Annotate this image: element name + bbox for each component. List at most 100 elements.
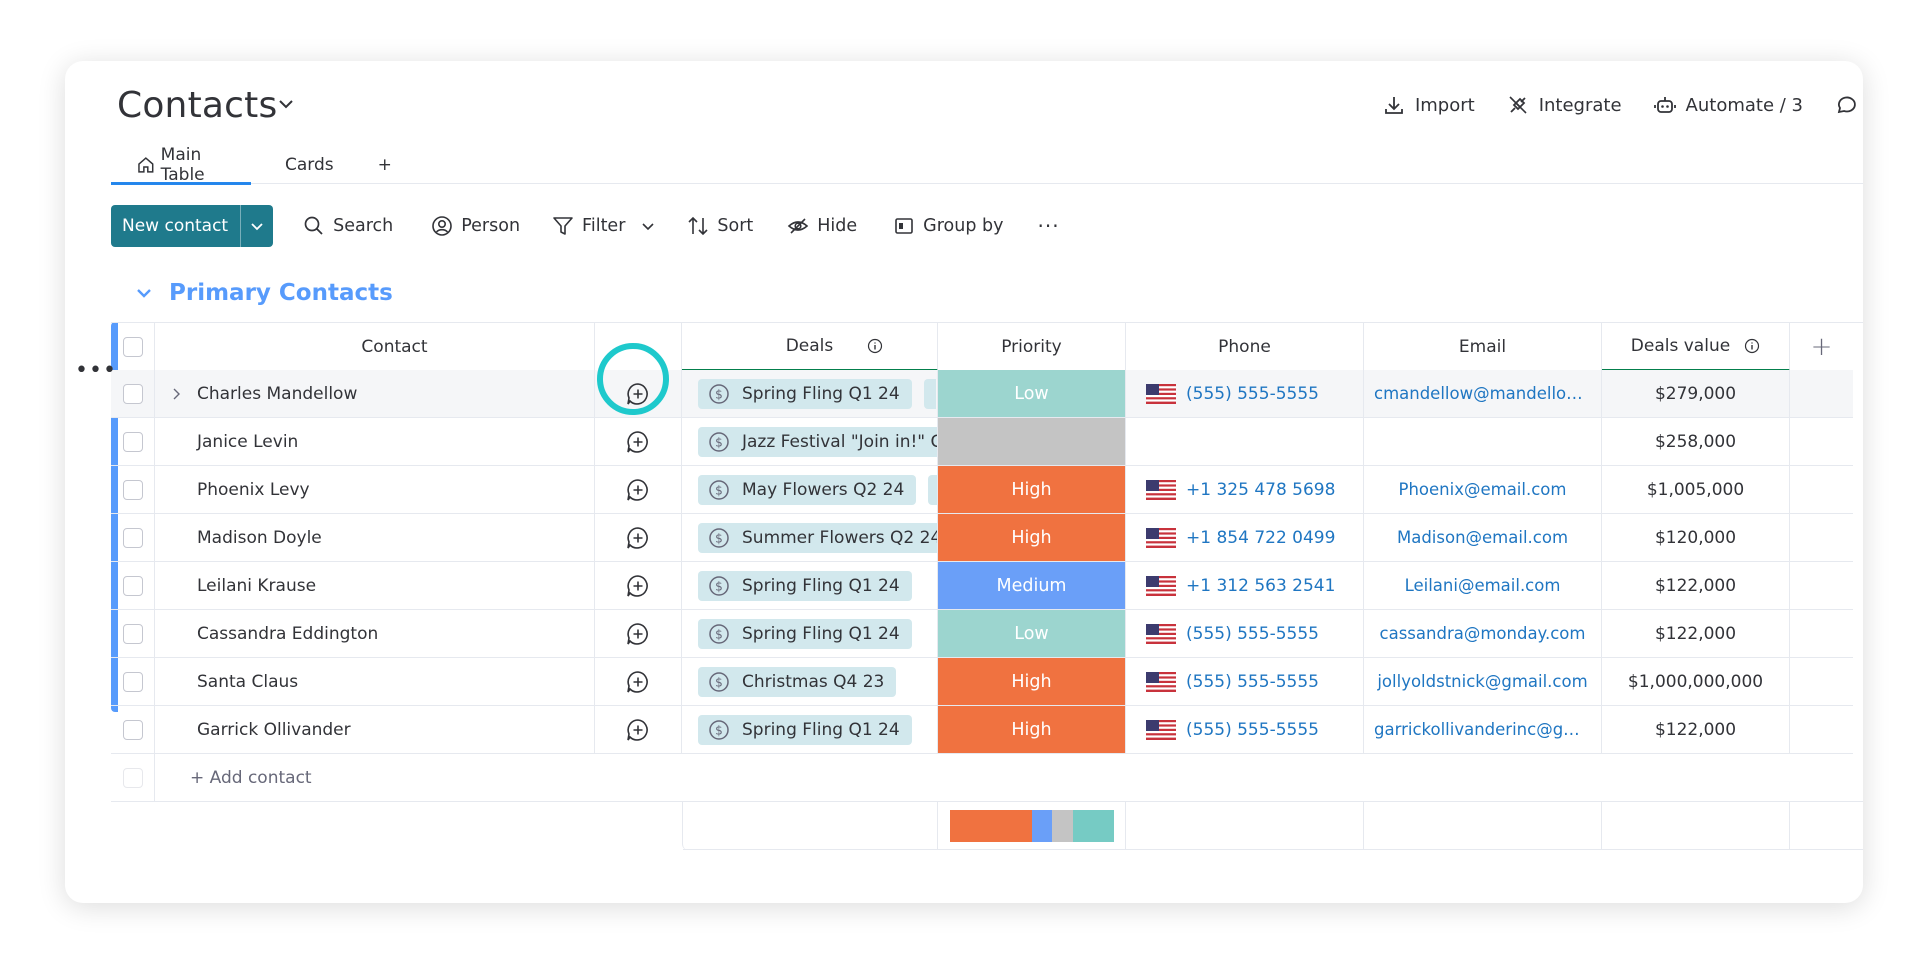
column-header-contact[interactable]: Contact xyxy=(155,323,595,371)
deal-chip[interactable]: $ Jazz Festival "Join in!" C xyxy=(698,426,937,457)
contact-cell[interactable]: Leilani Krause xyxy=(155,562,595,610)
table-row[interactable]: Santa Claus $ Christmas Q4 23 High (555)… xyxy=(111,658,1863,706)
priority-cell[interactable]: High xyxy=(938,706,1126,754)
email-cell[interactable]: Phoenix@email.com xyxy=(1364,466,1602,514)
phone-number[interactable]: +1 312 563 2541 xyxy=(1186,576,1335,596)
phone-number[interactable]: (555) 555-5555 xyxy=(1186,624,1319,644)
chevron-down-icon[interactable] xyxy=(277,95,295,117)
email-cell[interactable]: Leilani@email.com xyxy=(1364,562,1602,610)
group-header[interactable]: Primary Contacts xyxy=(135,280,393,306)
add-update-icon[interactable] xyxy=(625,573,651,599)
phone-value[interactable]: +1 325 478 5698 xyxy=(1126,479,1335,500)
deals-cell[interactable]: $ Spring Fling Q1 24 xyxy=(682,370,938,418)
priority-summary-segment[interactable] xyxy=(1031,809,1052,842)
contact-name[interactable]: Santa Claus xyxy=(155,672,298,692)
chevron-right-icon[interactable] xyxy=(169,387,183,401)
deal-chip[interactable]: $ Spring Fling Q1 24 xyxy=(698,714,912,745)
phone-value[interactable]: +1 854 722 0499 xyxy=(1126,527,1335,548)
table-row[interactable]: Cassandra Eddington $ Spring Fling Q1 24… xyxy=(111,610,1863,658)
priority-label[interactable]: High xyxy=(938,658,1125,705)
contact-cell[interactable]: Janice Levin xyxy=(155,418,595,466)
contact-name[interactable]: Madison Doyle xyxy=(155,528,322,548)
phone-number[interactable]: (555) 555-5555 xyxy=(1186,720,1319,740)
column-header-email[interactable]: Email xyxy=(1364,323,1602,371)
phone-cell[interactable]: (555) 555-5555 xyxy=(1126,370,1364,418)
chevron-down-icon[interactable] xyxy=(641,219,655,233)
add-update-icon[interactable] xyxy=(625,477,651,503)
add-contact-row[interactable]: + Add contact xyxy=(111,754,1863,802)
phone-cell[interactable]: +1 325 478 5698 xyxy=(1126,466,1364,514)
priority-cell[interactable]: High xyxy=(938,658,1126,706)
phone-cell[interactable]: +1 312 563 2541 xyxy=(1126,562,1364,610)
updates-cell[interactable] xyxy=(595,562,682,610)
priority-label[interactable]: High xyxy=(938,466,1125,513)
new-contact-button[interactable]: New contact xyxy=(111,205,240,247)
email-link[interactable]: cassandra@monday.com xyxy=(1370,624,1596,643)
priority-cell[interactable] xyxy=(938,418,1126,466)
contact-name[interactable]: Leilani Krause xyxy=(155,576,316,596)
group-by-button[interactable]: Group by xyxy=(893,215,1003,237)
phone-cell[interactable] xyxy=(1126,418,1364,466)
contact-name[interactable]: Garrick Ollivander xyxy=(155,720,351,740)
contact-cell[interactable]: Charles Mandellow xyxy=(155,370,595,418)
add-column-button[interactable]: + xyxy=(1790,323,1853,371)
phone-value[interactable]: (555) 555-5555 xyxy=(1126,383,1319,404)
phone-cell[interactable]: (555) 555-5555 xyxy=(1126,706,1364,754)
phone-cell[interactable]: (555) 555-5555 xyxy=(1126,658,1364,706)
priority-summary-segment[interactable] xyxy=(1072,809,1114,842)
updates-cell[interactable] xyxy=(595,466,682,514)
contact-cell[interactable]: Garrick Ollivander xyxy=(155,706,595,754)
add-update-icon[interactable] xyxy=(625,717,651,743)
row-checkbox[interactable] xyxy=(122,575,143,596)
priority-cell[interactable]: Medium xyxy=(938,562,1126,610)
email-cell[interactable]: cassandra@monday.com xyxy=(1364,610,1602,658)
phone-number[interactable]: (555) 555-5555 xyxy=(1186,384,1319,404)
phone-number[interactable]: +1 325 478 5698 xyxy=(1186,480,1335,500)
filter-button[interactable]: Filter xyxy=(552,215,663,237)
phone-number[interactable]: (555) 555-5555 xyxy=(1186,672,1319,692)
updates-cell[interactable] xyxy=(595,706,682,754)
email-cell[interactable]: Madison@email.com xyxy=(1364,514,1602,562)
priority-label[interactable]: High xyxy=(938,706,1125,753)
table-row[interactable]: Garrick Ollivander $ Spring Fling Q1 24 … xyxy=(111,706,1863,754)
more-deals-chip[interactable] xyxy=(923,378,936,409)
contact-name[interactable]: Charles Mandellow xyxy=(155,384,357,404)
contact-name[interactable]: Cassandra Eddington xyxy=(155,624,378,644)
automate-button[interactable]: Automate / 3 xyxy=(1653,94,1803,116)
email-link[interactable]: garrickollivanderinc@gm... xyxy=(1364,720,1601,739)
priority-label[interactable]: Low xyxy=(938,610,1125,657)
row-checkbox[interactable] xyxy=(122,383,143,404)
deal-chip[interactable]: $ Spring Fling Q1 24 xyxy=(698,618,912,649)
phone-value[interactable]: (555) 555-5555 xyxy=(1126,671,1319,692)
email-link[interactable]: Madison@email.com xyxy=(1387,528,1578,547)
info-icon[interactable] xyxy=(1744,338,1760,354)
add-update-icon[interactable] xyxy=(625,525,651,551)
priority-cell[interactable]: High xyxy=(938,466,1126,514)
priority-label[interactable]: Low xyxy=(938,370,1125,417)
email-link[interactable]: Leilani@email.com xyxy=(1395,576,1571,595)
row-checkbox[interactable] xyxy=(122,479,143,500)
deals-cell[interactable]: $ Summer Flowers Q2 24 xyxy=(682,514,938,562)
person-filter-button[interactable]: Person xyxy=(431,215,520,237)
phone-value[interactable]: (555) 555-5555 xyxy=(1126,623,1319,644)
deals-cell[interactable]: $ Spring Fling Q1 24 xyxy=(682,610,938,658)
priority-label[interactable] xyxy=(938,418,1125,465)
hide-button[interactable]: Hide xyxy=(787,215,857,237)
priority-cell[interactable]: High xyxy=(938,514,1126,562)
row-checkbox[interactable] xyxy=(122,719,143,740)
table-row[interactable]: Leilani Krause $ Spring Fling Q1 24 Medi… xyxy=(111,562,1863,610)
contact-cell[interactable]: Phoenix Levy xyxy=(155,466,595,514)
email-cell[interactable]: cmandellow@mandellow.... xyxy=(1364,370,1602,418)
deals-cell[interactable]: $ Christmas Q4 23 xyxy=(682,658,938,706)
phone-number[interactable]: +1 854 722 0499 xyxy=(1186,528,1335,548)
sort-button[interactable]: Sort xyxy=(687,215,753,237)
column-header-deals[interactable]: Deals xyxy=(682,323,938,371)
contact-name[interactable]: Phoenix Levy xyxy=(155,480,310,500)
priority-label[interactable]: High xyxy=(938,514,1125,561)
contact-cell[interactable]: Madison Doyle xyxy=(155,514,595,562)
updates-button[interactable] xyxy=(1835,94,1863,116)
add-update-icon[interactable] xyxy=(625,621,651,647)
summary-priority-cell[interactable] xyxy=(938,802,1126,850)
priority-summary-segment[interactable] xyxy=(1052,809,1073,842)
row-checkbox[interactable] xyxy=(122,671,143,692)
